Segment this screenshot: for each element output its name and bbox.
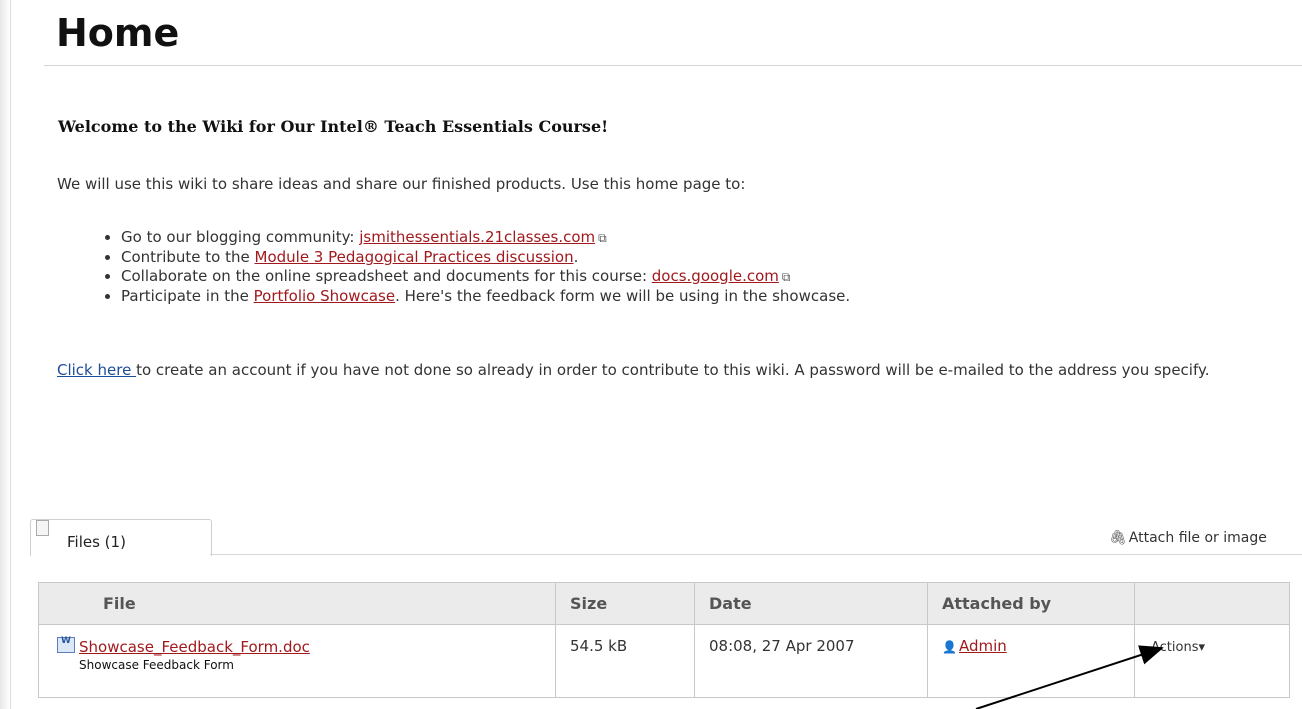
page-title: Home bbox=[56, 11, 180, 55]
date-cell: 08:08, 27 Apr 2007 bbox=[694, 624, 928, 698]
list-item: Contribute to the Module 3 Pedagogical P… bbox=[121, 248, 850, 267]
link-list: Go to our blogging community: jsmithesse… bbox=[57, 228, 850, 306]
table-row: Showcase_Feedback_Form.doc Showcase Feed… bbox=[38, 624, 1290, 698]
column-header-date: Date bbox=[694, 582, 928, 625]
create-account-paragraph: Click here to create an account if you h… bbox=[57, 360, 1277, 381]
attach-file-button[interactable]: 🖇 Attach file or image bbox=[1109, 530, 1267, 546]
tab-divider bbox=[210, 554, 1302, 555]
page-icon bbox=[36, 520, 49, 536]
attached-by-cell: 👤 Admin bbox=[927, 624, 1135, 698]
user-icon: 👤 bbox=[942, 640, 957, 654]
list-item: Collaborate on the online spreadsheet an… bbox=[121, 267, 850, 287]
intro-text: We will use this wiki to share ideas and… bbox=[57, 175, 746, 193]
list-item-suffix: . bbox=[573, 248, 579, 266]
list-item: Go to our blogging community: jsmithesse… bbox=[121, 228, 850, 248]
table-header-row: File Size Date Attached by bbox=[38, 582, 1290, 625]
tab-files-label: Files (1) bbox=[67, 533, 126, 551]
list-item-text: Contribute to the bbox=[121, 248, 255, 266]
column-header-size: Size bbox=[555, 582, 695, 625]
external-link-icon: ⧉ bbox=[598, 231, 607, 245]
column-header-attached-by: Attached by bbox=[927, 582, 1135, 625]
list-item-text: Participate in the bbox=[121, 287, 254, 305]
column-header-actions bbox=[1134, 582, 1290, 625]
user-link[interactable]: Admin bbox=[959, 637, 1007, 655]
list-item-text: Go to our blogging community: bbox=[121, 228, 360, 246]
actions-menu-button[interactable]: Actions▾ bbox=[1149, 640, 1205, 655]
list-item-suffix: . Here's the feedback form we will be us… bbox=[395, 287, 851, 305]
left-rail bbox=[0, 0, 11, 709]
tab-files[interactable]: Files (1) bbox=[30, 519, 212, 556]
blog-community-link[interactable]: jsmithessentials.21classes.com bbox=[359, 228, 595, 246]
size-cell: 54.5 kB bbox=[555, 624, 695, 698]
attach-file-label: Attach file or image bbox=[1128, 530, 1267, 546]
module3-discussion-link[interactable]: Module 3 Pedagogical Practices discussio… bbox=[255, 248, 574, 266]
welcome-heading: Welcome to the Wiki for Our Intel® Teach… bbox=[58, 117, 609, 136]
file-cell: Showcase_Feedback_Form.doc Showcase Feed… bbox=[38, 624, 556, 698]
actions-label: Actions bbox=[1151, 640, 1199, 655]
actions-cell: Actions▾ bbox=[1134, 624, 1290, 698]
caret-down-icon: ▾ bbox=[1198, 640, 1206, 655]
paperclip-icon: 🖇 bbox=[1109, 530, 1127, 546]
google-docs-link[interactable]: docs.google.com bbox=[652, 267, 779, 285]
list-item-text: Collaborate on the online spreadsheet an… bbox=[121, 267, 652, 285]
files-table: File Size Date Attached by Showcase_Feed… bbox=[38, 582, 1290, 698]
file-name-link[interactable]: Showcase_Feedback_Form.doc bbox=[79, 638, 310, 656]
column-header-file: File bbox=[38, 582, 556, 625]
create-account-text: to create an account if you have not don… bbox=[136, 361, 1210, 379]
file-description: Showcase Feedback Form bbox=[79, 658, 234, 672]
portfolio-showcase-link[interactable]: Portfolio Showcase bbox=[254, 287, 395, 305]
external-link-icon: ⧉ bbox=[781, 270, 791, 284]
create-account-link[interactable]: Click here bbox=[57, 361, 136, 379]
list-item: Participate in the Portfolio Showcase. H… bbox=[121, 287, 850, 306]
word-document-icon bbox=[57, 636, 75, 653]
title-divider bbox=[44, 65, 1302, 66]
